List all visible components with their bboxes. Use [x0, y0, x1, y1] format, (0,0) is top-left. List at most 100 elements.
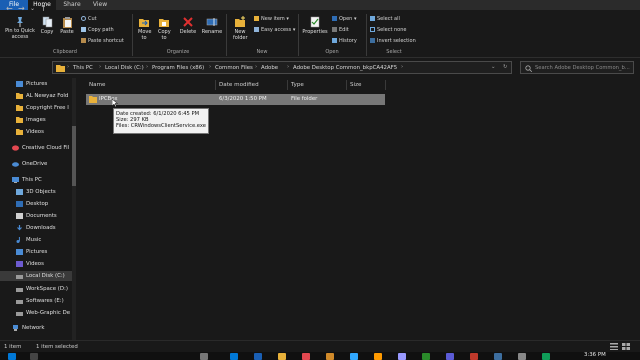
new-item-button[interactable]: New item ▾	[254, 16, 289, 22]
properties-label: Properties	[302, 29, 328, 35]
tab-share[interactable]: Share	[58, 0, 86, 10]
app-icon[interactable]	[518, 353, 526, 360]
nav-item-documents[interactable]: Documents	[0, 211, 72, 221]
open-group-label: Open	[325, 49, 339, 55]
select-none-button[interactable]: Select none	[370, 27, 407, 33]
column-header-date-modified[interactable]: Date modified	[219, 82, 259, 88]
nav-item-local-disk[interactable]: Local Disk (C:)	[0, 271, 72, 281]
address-dropdown-icon[interactable]: ⌄	[491, 64, 496, 70]
ribbon-tabs: File Home Share View	[0, 0, 640, 10]
group-divider	[298, 14, 299, 56]
nav-item-images[interactable]: Images	[0, 115, 72, 125]
paste-button[interactable]: Paste	[58, 16, 76, 35]
invert-selection-button[interactable]: Invert selection	[370, 38, 416, 44]
nav-item-videos-pc[interactable]: Videos	[0, 259, 72, 269]
app-icon[interactable]	[494, 353, 502, 360]
nav-item-this-pc[interactable]: This PC	[0, 175, 72, 185]
taskbar-clock[interactable]: 3:36 PM	[584, 352, 606, 358]
rename-button[interactable]: Rename	[200, 16, 224, 35]
easy-access-button[interactable]: Easy access ▾	[254, 27, 295, 33]
nav-item-onedrive[interactable]: OneDrive	[0, 159, 72, 169]
nav-pane-scrollbar[interactable]	[72, 78, 76, 340]
move-to-icon	[139, 19, 149, 27]
edit-button[interactable]: Edit	[332, 27, 349, 33]
nav-item-videos[interactable]: Videos	[0, 127, 72, 137]
forward-arrow-icon[interactable]: →	[18, 4, 25, 14]
paste-shortcut-button[interactable]: Paste shortcut	[81, 38, 124, 44]
column-header-type[interactable]: Type	[291, 82, 304, 88]
column-divider[interactable]	[385, 80, 386, 90]
start-icon[interactable]	[8, 353, 16, 360]
photoshop-icon[interactable]	[350, 353, 358, 360]
copy-button[interactable]: Copy	[38, 16, 56, 35]
copy-to-button[interactable]: Copy to	[156, 16, 172, 41]
illustrator-icon[interactable]	[374, 353, 382, 360]
large-icons-view-icon[interactable]	[622, 343, 630, 350]
nav-item-creative-cloud[interactable]: Creative Cloud Fil	[0, 143, 72, 153]
breadcrumb-this-pc[interactable]: This PC	[73, 65, 93, 71]
cut-button[interactable]: Cut	[81, 16, 97, 22]
clipboard-group-label: Clipboard	[53, 49, 77, 55]
column-header-name[interactable]: Name	[89, 82, 106, 88]
nav-item-3d-objects[interactable]: 3D Objects	[0, 187, 72, 197]
app-icon[interactable]	[470, 353, 478, 360]
refresh-icon[interactable]: ↻	[503, 64, 508, 70]
breadcrumb-program-files[interactable]: Program Files (x86)	[152, 65, 204, 71]
task-view-icon[interactable]	[200, 353, 208, 360]
new-folder-button[interactable]: New folder	[230, 16, 250, 41]
select-all-button[interactable]: Select all	[370, 16, 400, 22]
recent-locations-icon[interactable]: ⌄	[30, 4, 35, 14]
search-icon[interactable]	[30, 353, 38, 360]
move-to-button[interactable]: Move to	[136, 16, 152, 41]
nav-item-downloads[interactable]: Downloads	[0, 223, 72, 233]
nav-item-desktop[interactable]: Desktop	[0, 199, 72, 209]
edge-icon[interactable]	[230, 353, 238, 360]
nav-item-copyright-free[interactable]: Copyright Free I	[0, 103, 72, 113]
nav-item-network[interactable]: Network	[0, 323, 72, 333]
folder-icon	[16, 93, 23, 99]
file-explorer-icon[interactable]	[278, 353, 286, 360]
breadcrumb-local-disk[interactable]: Local Disk (C:)	[105, 65, 144, 71]
nav-pane-scroll-thumb[interactable]	[72, 126, 76, 186]
history-button[interactable]: History	[332, 38, 357, 44]
nav-item-music[interactable]: Music	[0, 235, 72, 245]
app-icon[interactable]	[446, 353, 454, 360]
pin-label: Pin to Quick access	[5, 28, 35, 40]
nav-item-web-graphic[interactable]: Web-Graphic De	[0, 308, 72, 318]
details-view-icon[interactable]	[610, 343, 618, 350]
pin-quick-access-button[interactable]: Pin to Quick access	[4, 16, 36, 40]
up-arrow-icon[interactable]: ↑	[40, 4, 47, 14]
app-icon[interactable]	[326, 353, 334, 360]
nav-item-workspace[interactable]: WorkSpace (D:)	[0, 284, 72, 294]
breadcrumb-adobe[interactable]: Adobe	[261, 65, 278, 71]
paste-label: Paste	[60, 29, 74, 35]
music-icon	[16, 237, 20, 243]
column-divider[interactable]	[287, 80, 288, 90]
address-bar[interactable]: › This PC › Local Disk (C:) › Program Fi…	[52, 61, 512, 74]
new-item-icon	[254, 16, 259, 21]
nav-item-softwares[interactable]: Softwares (E:)	[0, 296, 72, 306]
column-divider[interactable]	[346, 80, 347, 90]
tab-view[interactable]: View	[88, 0, 112, 10]
breadcrumb-current-folder[interactable]: Adobe Desktop Common_bkpCA42AF5	[293, 65, 397, 71]
new-folder-icon	[235, 16, 245, 27]
creative-cloud-icon[interactable]	[302, 353, 310, 360]
column-divider[interactable]	[215, 80, 216, 90]
app-icon[interactable]	[422, 353, 430, 360]
properties-button[interactable]: Properties	[302, 16, 328, 35]
column-header-size[interactable]: Size	[350, 82, 361, 88]
nav-item-pictures[interactable]: Pictures	[0, 79, 72, 89]
downloads-icon	[17, 225, 22, 231]
nav-item-al-newyaz[interactable]: AL Newyaz Fold	[0, 91, 72, 101]
app-icon[interactable]	[542, 353, 550, 360]
delete-button[interactable]: Delete	[178, 16, 198, 35]
back-arrow-icon[interactable]: ←	[6, 4, 13, 14]
premiere-icon[interactable]	[398, 353, 406, 360]
search-input[interactable]: Search Adobe Desktop Common_b...	[520, 61, 634, 74]
nav-item-pictures-pc[interactable]: Pictures	[0, 247, 72, 257]
open-button[interactable]: Open ▾	[332, 16, 356, 22]
cut-label: Cut	[88, 16, 97, 22]
app-icon[interactable]	[254, 353, 262, 360]
copy-path-button[interactable]: Copy path	[81, 27, 114, 33]
breadcrumb-common-files[interactable]: Common Files	[215, 65, 253, 71]
